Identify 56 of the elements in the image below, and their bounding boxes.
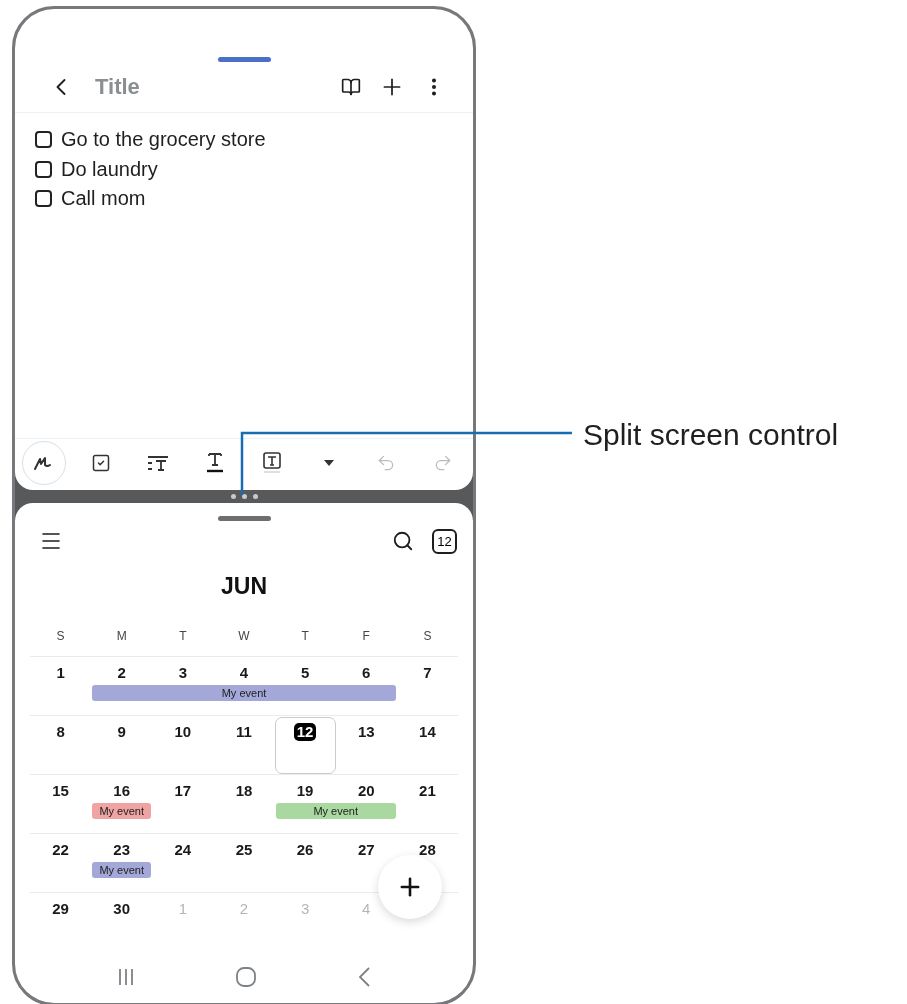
weekday-label: F: [361, 629, 371, 643]
callout-label: Split screen control: [583, 417, 839, 453]
day-number[interactable]: 11: [233, 723, 255, 741]
weekday-label: T: [300, 629, 310, 643]
day-number[interactable]: 26: [293, 841, 317, 859]
day-number[interactable]: 6: [359, 664, 374, 682]
today-button[interactable]: 12: [432, 528, 457, 554]
split-handle-dot[interactable]: [252, 494, 258, 499]
day-number[interactable]: 12: [293, 723, 317, 741]
checklist-item: Do laundry: [61, 157, 158, 181]
day-number[interactable]: 5: [297, 664, 313, 682]
drag-handle[interactable]: [217, 516, 271, 521]
checklist-item: Call mom: [61, 187, 146, 211]
event-bar[interactable]: My event: [92, 803, 152, 819]
event-bar[interactable]: My event: [92, 862, 152, 878]
day-number[interactable]: 9: [114, 723, 129, 741]
day-number[interactable]: 21: [416, 782, 439, 800]
day-number[interactable]: 23: [110, 841, 134, 859]
event-bar[interactable]: My event: [275, 803, 396, 819]
day-number[interactable]: 16: [110, 782, 134, 800]
day-number[interactable]: 19: [293, 782, 317, 800]
day-number[interactable]: 22: [49, 841, 72, 859]
day-number[interactable]: 15: [49, 782, 72, 800]
weekday-label: W: [237, 629, 251, 643]
day-number[interactable]: 7: [420, 664, 435, 682]
weekday-label: S: [422, 629, 433, 643]
weekday-label: S: [55, 629, 66, 643]
day-number[interactable]: 20: [354, 782, 378, 800]
day-number[interactable]: 27: [354, 841, 378, 859]
day-number[interactable]: 14: [416, 723, 439, 741]
month-title: JUN: [220, 571, 268, 601]
weekday-label: T: [178, 629, 188, 643]
day-number[interactable]: 3: [175, 664, 190, 682]
day-number[interactable]: 25: [232, 841, 256, 859]
day-number[interactable]: 8: [53, 723, 68, 741]
split-handle-dot[interactable]: [241, 494, 247, 499]
day-number[interactable]: 4: [236, 664, 252, 682]
day-number[interactable]: 10: [171, 723, 195, 741]
today-cell[interactable]: 12: [274, 717, 336, 774]
day-number[interactable]: 1: [53, 664, 68, 682]
day-number[interactable]: 30: [110, 900, 134, 918]
drag-handle[interactable]: [217, 57, 271, 62]
checklist-item: Go to the grocery store: [61, 128, 266, 152]
checkbox[interactable]: [35, 190, 52, 208]
checkbox[interactable]: [35, 160, 52, 178]
day-number[interactable]: 28: [416, 841, 439, 859]
day-number[interactable]: 13: [354, 723, 378, 741]
event-bar[interactable]: My event: [92, 685, 396, 701]
split-handle-dot[interactable]: [230, 494, 236, 499]
day-number[interactable]: 17: [171, 782, 195, 800]
day-number[interactable]: 29: [49, 900, 72, 918]
weekday-label: M: [115, 629, 128, 643]
day-number[interactable]: 24: [171, 841, 195, 859]
day-number[interactable]: 2: [114, 664, 129, 682]
checkbox[interactable]: [35, 131, 52, 149]
day-number[interactable]: 18: [232, 782, 256, 800]
